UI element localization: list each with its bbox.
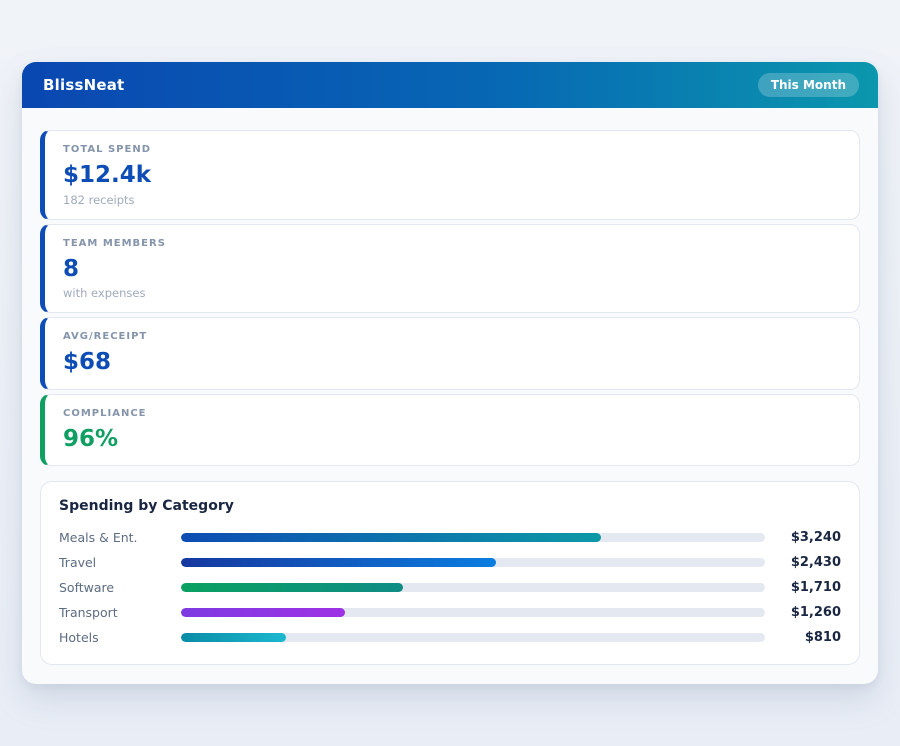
bar-fill — [181, 558, 496, 567]
stat-label: AVG/RECEIPT — [63, 331, 841, 342]
bar-track — [181, 608, 765, 617]
category-label: Travel — [59, 555, 181, 570]
chart-row: Transport $1,260 — [59, 600, 841, 625]
value-label: $2,430 — [765, 555, 841, 570]
value-label: $3,240 — [765, 530, 841, 545]
chart-row: Travel $2,430 — [59, 550, 841, 575]
bar-fill — [181, 583, 403, 592]
category-label: Software — [59, 580, 181, 595]
stat-subtext: 182 receipts — [63, 193, 841, 207]
stat-label: COMPLIANCE — [63, 408, 841, 419]
bar-track — [181, 583, 765, 592]
stat-card-total-spend: TOTAL SPEND $12.4k 182 receipts — [40, 130, 860, 220]
bar-track — [181, 533, 765, 542]
period-badge[interactable]: This Month — [758, 73, 859, 97]
value-label: $810 — [765, 630, 841, 645]
app-header: BlissNeat This Month — [22, 62, 878, 108]
stat-card-compliance: COMPLIANCE 96% — [40, 394, 860, 467]
category-label: Transport — [59, 605, 181, 620]
app-title: BlissNeat — [43, 76, 124, 94]
category-label: Hotels — [59, 630, 181, 645]
chart-title: Spending by Category — [59, 498, 841, 514]
bar-track — [181, 558, 765, 567]
main-content: TOTAL SPEND $12.4k 182 receipts TEAM MEM… — [22, 108, 878, 685]
bar-fill — [181, 608, 345, 617]
value-label: $1,260 — [765, 605, 841, 620]
stat-value: $12.4k — [63, 162, 841, 190]
stat-value: 8 — [63, 256, 841, 284]
chart-row: Meals & Ent. $3,240 — [59, 525, 841, 550]
bar-fill — [181, 533, 601, 542]
app-container: BlissNeat This Month TOTAL SPEND $12.4k … — [22, 62, 878, 684]
category-label: Meals & Ent. — [59, 530, 181, 545]
stat-label: TOTAL SPEND — [63, 144, 841, 155]
chart-row: Hotels $810 — [59, 625, 841, 650]
stat-subtext: with expenses — [63, 286, 841, 300]
stat-card-avg-receipt: AVG/RECEIPT $68 — [40, 317, 860, 390]
chart-row: Software $1,710 — [59, 575, 841, 600]
stat-card-team-members: TEAM MEMBERS 8 with expenses — [40, 224, 860, 314]
bar-track — [181, 633, 765, 642]
stat-value: $68 — [63, 349, 841, 377]
bar-fill — [181, 633, 286, 642]
value-label: $1,710 — [765, 580, 841, 595]
chart-card: Spending by Category Meals & Ent. $3,240… — [40, 481, 860, 665]
stat-value: 96% — [63, 426, 841, 454]
stat-label: TEAM MEMBERS — [63, 238, 841, 249]
